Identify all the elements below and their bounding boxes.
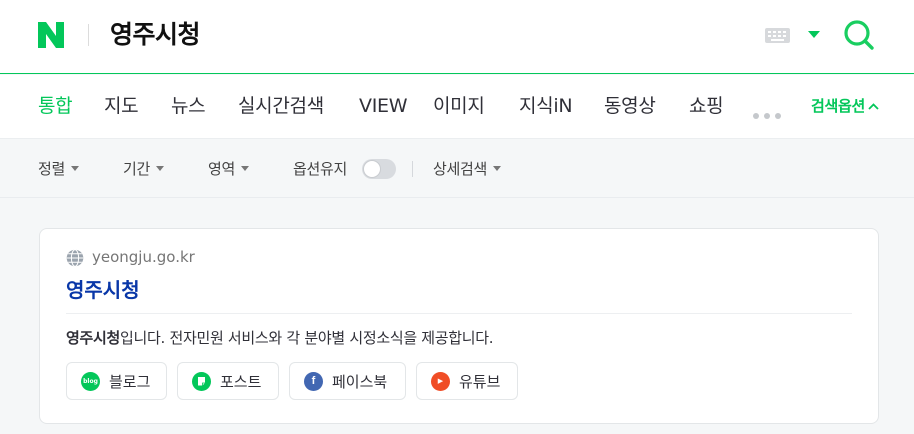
more-tabs-icon[interactable]	[753, 104, 786, 123]
keyboard-icon[interactable]	[765, 28, 790, 43]
facebook-icon: f	[304, 371, 323, 391]
sort-dropdown[interactable]: 정렬	[38, 159, 80, 179]
caret-down-icon	[156, 166, 165, 171]
tab-view[interactable]: VIEW	[359, 93, 408, 119]
caret-down-icon	[241, 166, 250, 171]
options-divider	[412, 161, 413, 177]
switch-knob	[363, 160, 381, 178]
tab-image[interactable]: 이미지	[433, 93, 485, 119]
caret-down-icon	[493, 166, 502, 171]
tab-map[interactable]: 지도	[104, 93, 139, 119]
post-link-button[interactable]: 포스트	[177, 362, 279, 400]
tab-realtime[interactable]: 실시간검색	[238, 93, 324, 119]
description-keyword: 영주시청	[66, 329, 121, 347]
tab-shopping[interactable]: 쇼핑	[689, 93, 724, 119]
blog-link-button[interactable]: blog 블로그	[66, 362, 167, 400]
site-url[interactable]: yeongju.go.kr	[92, 247, 195, 267]
area-label: 영역	[208, 160, 236, 178]
tab-kin[interactable]: 지식iN	[519, 93, 573, 119]
search-button[interactable]	[842, 18, 876, 52]
search-header: 영주시청	[0, 0, 914, 74]
logo-divider	[88, 24, 89, 46]
keep-options-label: 옵션유지	[293, 160, 348, 178]
blog-icon: blog	[81, 371, 100, 391]
caret-down-icon	[71, 166, 80, 171]
search-options-label: 검색옵션	[811, 97, 866, 115]
tab-video[interactable]: 동영상	[604, 93, 656, 119]
post-icon	[192, 371, 211, 391]
search-options-bar: 정렬 기간 영역 옵션유지 상세검색	[0, 140, 914, 198]
sort-label: 정렬	[38, 160, 66, 178]
detail-search-dropdown[interactable]: 상세검색	[433, 159, 502, 179]
search-query-input[interactable]: 영주시청	[110, 18, 201, 52]
keep-options-switch[interactable]	[362, 159, 396, 179]
youtube-link-button[interactable]: ▶ 유튜브	[416, 362, 518, 400]
search-tabs: 통합 지도 뉴스 실시간검색 VIEW 이미지 지식iN 동영상 쇼핑 검색옵션	[0, 75, 914, 139]
facebook-link-button[interactable]: f 페이스북	[289, 362, 406, 400]
post-link-label: 포스트	[220, 372, 262, 391]
autocomplete-toggle-icon[interactable]	[808, 31, 820, 38]
detail-search-label: 상세검색	[433, 160, 488, 178]
facebook-link-label: 페이스북	[332, 372, 388, 391]
chevron-up-icon	[868, 103, 879, 110]
youtube-icon: ▶	[431, 371, 450, 391]
description-text: 입니다. 전자민원 서비스와 각 분야별 시정소식을 제공합니다.	[120, 329, 494, 347]
period-label: 기간	[123, 160, 151, 178]
globe-icon	[66, 249, 84, 267]
area-dropdown[interactable]: 영역	[208, 159, 250, 179]
search-icon	[844, 20, 874, 50]
site-description: 영주시청입니다. 전자민원 서비스와 각 분야별 시정소식을 제공합니다.	[66, 328, 494, 348]
naver-logo[interactable]	[36, 22, 66, 48]
tab-integrated[interactable]: 통합	[38, 93, 73, 119]
site-result-card: yeongju.go.kr 영주시청 영주시청입니다. 전자민원 서비스와 각 …	[39, 228, 879, 424]
tab-news[interactable]: 뉴스	[171, 93, 206, 119]
period-dropdown[interactable]: 기간	[123, 159, 165, 179]
blog-link-label: 블로그	[109, 372, 151, 391]
youtube-link-label: 유튜브	[459, 372, 501, 391]
site-title-link[interactable]: 영주시청	[66, 277, 140, 303]
card-divider	[66, 313, 852, 314]
search-options-toggle[interactable]: 검색옵션	[811, 96, 879, 116]
